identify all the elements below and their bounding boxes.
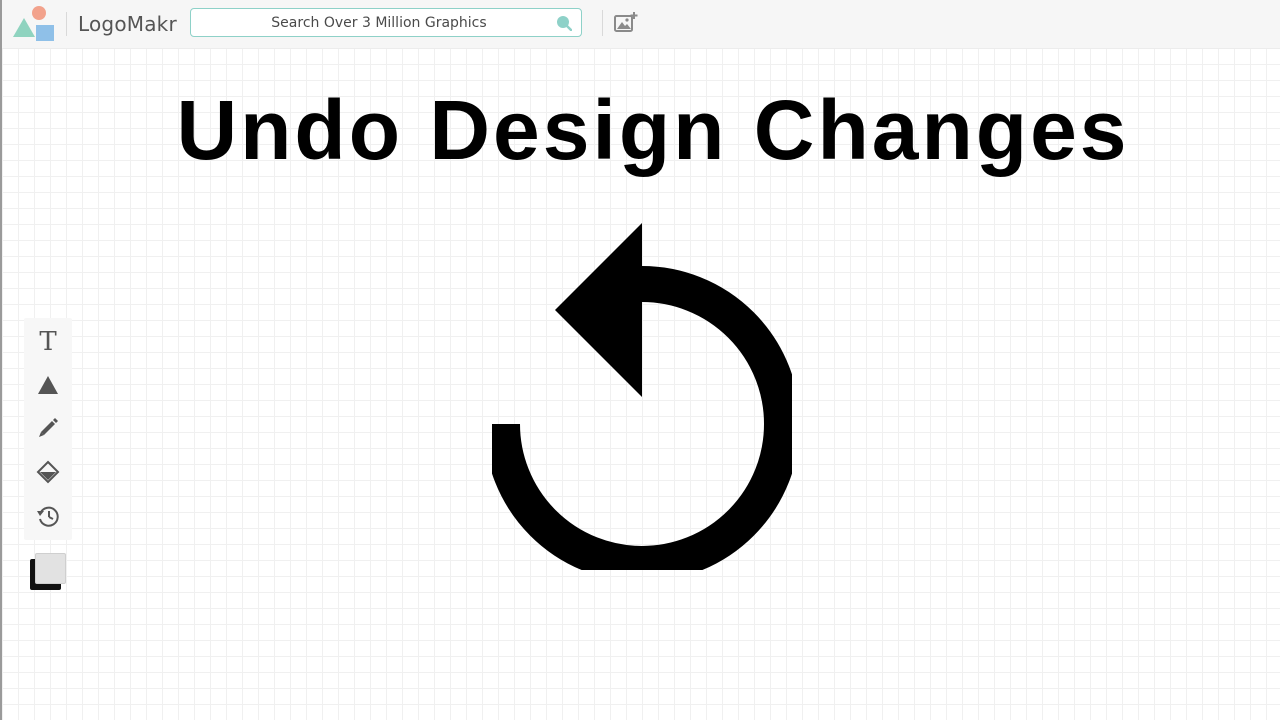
secondary-color-swatch[interactable] <box>35 553 66 584</box>
triangle-icon <box>38 376 58 394</box>
logo-divider <box>66 12 67 36</box>
canvas-title-text[interactable]: Undo Design Changes <box>2 82 1280 178</box>
background-tool-button[interactable] <box>36 460 60 484</box>
search-bar[interactable] <box>190 8 582 37</box>
color-swatch[interactable] <box>30 553 68 591</box>
app-window: LogoMakr Undo Design Changes T <box>0 0 1280 720</box>
search-icon[interactable] <box>556 15 572 31</box>
left-toolbar: T <box>24 318 72 540</box>
add-image-icon[interactable] <box>614 11 638 35</box>
header-divider <box>602 10 603 36</box>
history-icon <box>37 506 59 527</box>
undo-arrow-icon[interactable] <box>492 220 792 570</box>
text-tool-button[interactable]: T <box>36 327 60 357</box>
draw-tool-button[interactable] <box>36 416 60 440</box>
history-tool-button[interactable] <box>36 504 60 528</box>
shape-tool-button[interactable] <box>36 373 60 397</box>
search-input[interactable] <box>191 9 551 36</box>
text-icon: T <box>39 327 57 357</box>
logo-shapes-icon[interactable] <box>12 5 58 43</box>
pencil-icon <box>39 418 58 437</box>
logo-wordmark[interactable]: LogoMakr <box>78 12 177 36</box>
top-header-bar: LogoMakr <box>2 0 1280 49</box>
paint-bucket-icon <box>36 460 60 484</box>
